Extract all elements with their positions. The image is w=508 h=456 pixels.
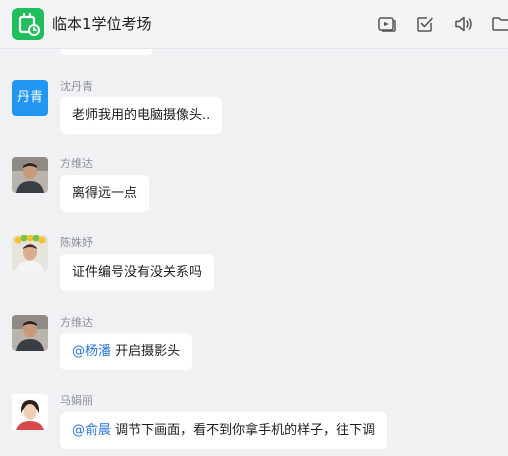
folder-icon[interactable] xyxy=(491,14,508,34)
message-text: 开启摄影头 xyxy=(115,344,181,359)
mention-link[interactable]: @俞晨 xyxy=(72,423,111,438)
avatar[interactable] xyxy=(12,394,48,430)
avatar[interactable] xyxy=(12,235,48,271)
app-logo-icon[interactable] xyxy=(12,8,44,40)
mention-link[interactable]: @杨潘 xyxy=(72,344,111,359)
previous-message-bubble xyxy=(60,49,153,55)
sender-name: 沈丹青 xyxy=(60,80,93,93)
message-text: 证件编号没有没关系吗 xyxy=(72,265,203,280)
message-bubble[interactable]: @俞晨 调节下画面，看不到你拿手机的样子，往下调 xyxy=(60,412,388,449)
chat-title: 临本1学位考场 xyxy=(52,15,152,33)
speaker-icon[interactable] xyxy=(453,14,473,34)
message-bubble[interactable]: @杨潘 开启摄影头 xyxy=(60,333,193,370)
message-bubble[interactable]: 老师我用的电脑摄像头.. xyxy=(60,97,223,134)
task-check-icon[interactable] xyxy=(415,14,435,34)
message-bubble[interactable]: 证件编号没有没关系吗 xyxy=(60,254,215,291)
avatar[interactable] xyxy=(12,315,48,351)
sender-name: 方维达 xyxy=(60,316,93,329)
message-text: 离得远一点 xyxy=(72,186,138,201)
message-bubble[interactable]: 离得远一点 xyxy=(60,175,150,212)
chat-header: 临本1学位考场 xyxy=(0,0,508,49)
message-text: 老师我用的电脑摄像头.. xyxy=(72,108,211,123)
sender-name: 马娟丽 xyxy=(60,394,93,407)
message-list[interactable]: 丹青 沈丹青 老师我用的电脑摄像头.. 方维达 离得远一点 陈姝妤 证件编号没有… xyxy=(0,49,508,456)
sender-name: 陈姝妤 xyxy=(60,236,93,249)
video-screen-icon[interactable] xyxy=(377,14,397,34)
message-text: 调节下画面，看不到你拿手机的样子，往下调 xyxy=(115,423,376,438)
avatar[interactable]: 丹青 xyxy=(12,80,48,116)
sender-name: 方维达 xyxy=(60,157,93,170)
avatar[interactable] xyxy=(12,157,48,193)
